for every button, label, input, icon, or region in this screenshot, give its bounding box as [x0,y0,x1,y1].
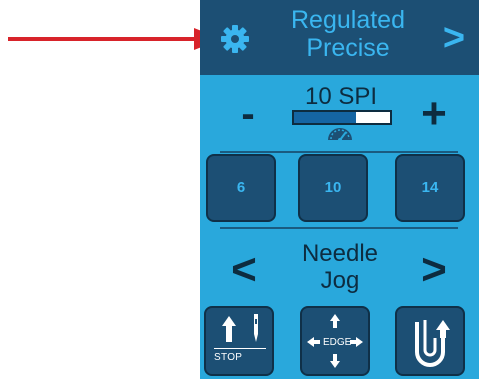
edge-label: EDGE [323,337,352,348]
stop-divider [214,348,266,349]
preset-button-10[interactable]: 10 [298,154,368,222]
edge-button[interactable]: EDGE [300,306,370,376]
mode-next-button[interactable]: > [434,14,474,62]
stop-label: STOP [214,352,243,363]
mode-title-line1: Regulated [291,6,405,34]
needle-jog-line2: Jog [320,267,360,294]
preset-button-14[interactable]: 14 [395,154,465,222]
mode-title-line2: Precise [306,34,390,62]
thread-cut-button[interactable] [395,306,465,376]
speedometer-icon [328,128,352,142]
spi-increase-button[interactable]: + [414,88,454,140]
thread-cut-icon [415,320,450,367]
divider [220,151,458,153]
spi-decrease-button[interactable]: - [228,88,268,140]
divider [220,227,458,229]
screen: Regulated Precise > - 10 SPI + 6 10 14 <… [0,0,479,379]
annotation-arrow-icon [8,28,222,50]
control-panel: Regulated Precise > - 10 SPI + 6 10 14 <… [200,0,479,379]
needle-jog-line1: Needle [301,240,379,267]
needle-jog-prev-button[interactable]: < [222,240,266,300]
gear-icon[interactable] [220,24,250,54]
spi-level-fill [294,112,357,123]
needle-jog-next-button[interactable]: > [412,240,456,300]
spi-value: 10 SPI [304,83,378,110]
needle-jog-label: Needle Jog [280,240,400,294]
spi-level-bar [292,110,392,125]
preset-button-6[interactable]: 6 [206,154,276,222]
needle-up-stop-icon [222,314,258,342]
mode-title: Regulated Precise [264,6,432,62]
needle-stop-button[interactable]: STOP [204,306,274,376]
mode-header[interactable]: Regulated Precise > [200,0,479,75]
